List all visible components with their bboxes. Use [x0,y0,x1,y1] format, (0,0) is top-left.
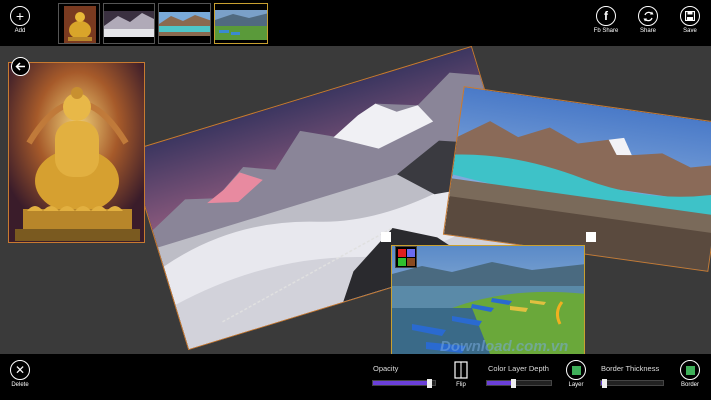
delete-label: Delete [11,382,29,388]
layer-color-icon [566,360,586,380]
photo-buddha[interactable] [8,62,145,243]
border-thickness-label: Border Thickness [601,364,660,373]
swatch-green[interactable] [398,258,406,266]
save-button[interactable]: Save [670,6,710,34]
floppy-disk-icon [680,6,700,26]
border-thickness-slider[interactable] [600,379,664,388]
border-thickness-knob[interactable] [602,379,608,388]
flip-icon [451,360,471,380]
opacity-label: Opacity [373,364,399,373]
opacity-slider[interactable] [372,379,436,388]
flip-button[interactable]: Flip [441,360,481,388]
add-label: Add [14,28,26,34]
share-label: Share [639,28,656,34]
border-button[interactable]: Border [670,360,710,388]
watermark: Download.com.vn [440,338,569,354]
color-layer-depth-knob[interactable] [510,379,516,388]
add-button[interactable]: + Add [0,6,40,34]
color-swatch-palette[interactable] [395,246,417,268]
flip-label: Flip [456,382,466,388]
layer-button[interactable]: Layer [556,360,596,388]
fb-share-button[interactable]: f Fb Share [586,6,626,34]
color-layer-depth-label: Color Layer Depth [488,364,549,373]
color-layer-depth-slider[interactable] [486,379,552,388]
thumbnail-boats-selected[interactable] [214,3,268,44]
fb-share-label: Fb Share [593,28,619,34]
collage-canvas[interactable]: Download.com.vn [0,46,711,354]
thumbnail-buddha[interactable] [58,3,100,44]
border-label: Border [680,382,699,388]
plus-icon: + [10,6,30,26]
share-icon [638,6,658,26]
thumbnail-mountain-clouds[interactable] [103,3,155,44]
swatch-brown[interactable] [407,258,415,266]
swatch-red[interactable] [398,249,406,257]
top-app-bar: + Add f Fb Share Share Save [0,0,711,46]
resize-handle-top-left[interactable] [381,232,391,242]
opacity-slider-knob[interactable] [426,379,432,388]
close-icon: ✕ [10,360,30,380]
swatch-blue[interactable] [407,249,415,257]
bottom-app-bar: ✕ Delete Opacity Flip Color Layer Depth … [0,354,711,400]
delete-button[interactable]: ✕ Delete [0,360,40,388]
resize-handle-top-right[interactable] [586,232,596,242]
layer-label: Layer [568,382,584,388]
border-color-icon [680,360,700,380]
share-button[interactable]: Share [628,6,668,34]
save-label: Save [683,28,697,34]
color-layer-depth-fill [487,381,513,385]
thumbnail-lake[interactable] [158,3,211,44]
back-arrow-icon[interactable] [11,57,30,76]
opacity-slider-fill [373,381,429,385]
facebook-icon: f [596,6,616,26]
